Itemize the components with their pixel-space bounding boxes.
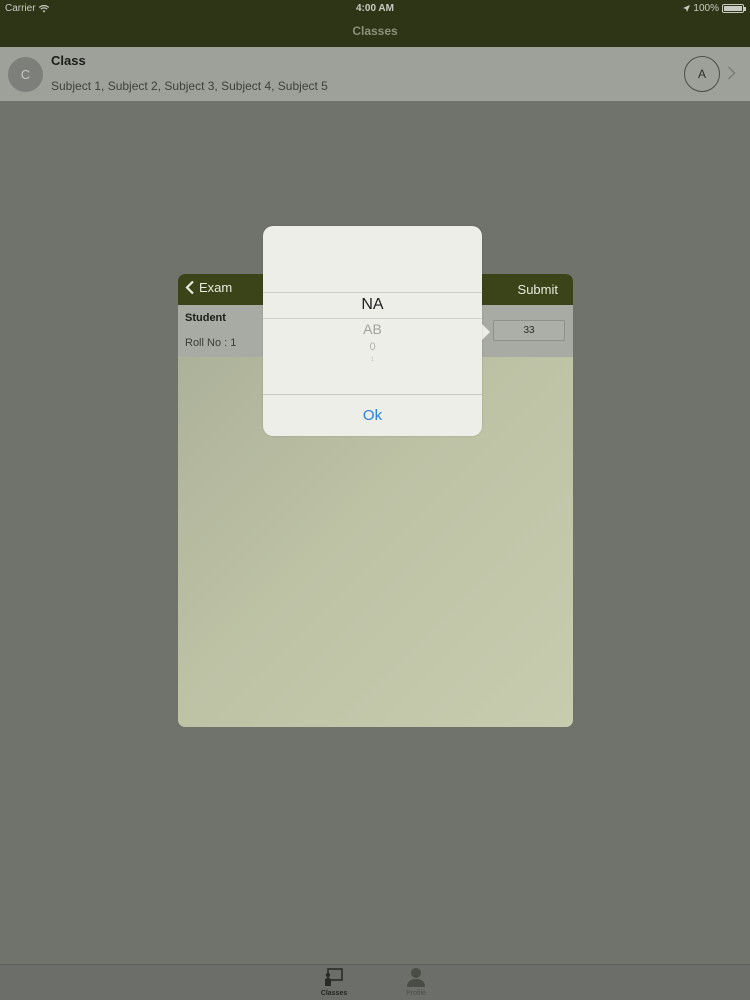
exam-back-button[interactable]: Exam — [185, 280, 232, 295]
class-title: Class — [51, 53, 86, 68]
ok-button[interactable]: Ok — [263, 395, 482, 436]
location-arrow-icon — [683, 5, 691, 12]
roll-number: Roll No : 1 — [185, 337, 237, 349]
classroom-icon — [325, 968, 343, 986]
submit-button[interactable]: Submit — [518, 282, 558, 297]
battery-icon — [722, 4, 746, 13]
picker-selection-line-bottom — [263, 318, 482, 319]
exam-back-label: Exam — [199, 280, 233, 295]
tab-classes-label: Classes — [320, 990, 348, 997]
chevron-right-icon — [727, 66, 736, 80]
class-subjects: Subject 1, Subject 2, Subject 3, Subject… — [51, 79, 328, 93]
navigation-bar: Carrier 4:00 AM 100% Classes — [0, 0, 750, 47]
picker-option[interactable]: NA — [263, 296, 482, 314]
back-chevron-icon — [185, 280, 194, 295]
attendance-button[interactable]: A — [684, 56, 720, 92]
picker-selection-line-top — [263, 292, 482, 293]
status-battery: 100% — [683, 3, 746, 14]
student-name: Student — [185, 312, 226, 324]
marks-input[interactable]: 33 — [493, 320, 565, 341]
tab-profile-label: Profile — [406, 990, 426, 997]
tab-profile[interactable]: Profile — [391, 967, 441, 997]
picker-option[interactable]: 0 — [263, 341, 482, 353]
popover-arrow — [481, 323, 490, 341]
status-time: 4:00 AM — [356, 3, 394, 14]
battery-percent: 100% — [693, 3, 719, 14]
tab-classes[interactable]: Classes — [309, 967, 359, 997]
page-title: Classes — [352, 24, 398, 38]
picker-option[interactable]: AB — [263, 321, 482, 337]
class-list-item[interactable]: C Class Subject 1, Subject 2, Subject 3,… — [0, 47, 750, 101]
marks-picker-popover: NA AB 0 1 Ok — [263, 226, 482, 436]
class-avatar: C — [8, 57, 43, 92]
person-icon — [407, 968, 425, 987]
picker-option[interactable]: 1 — [263, 357, 482, 363]
tab-bar: Classes Profile — [0, 964, 750, 1000]
